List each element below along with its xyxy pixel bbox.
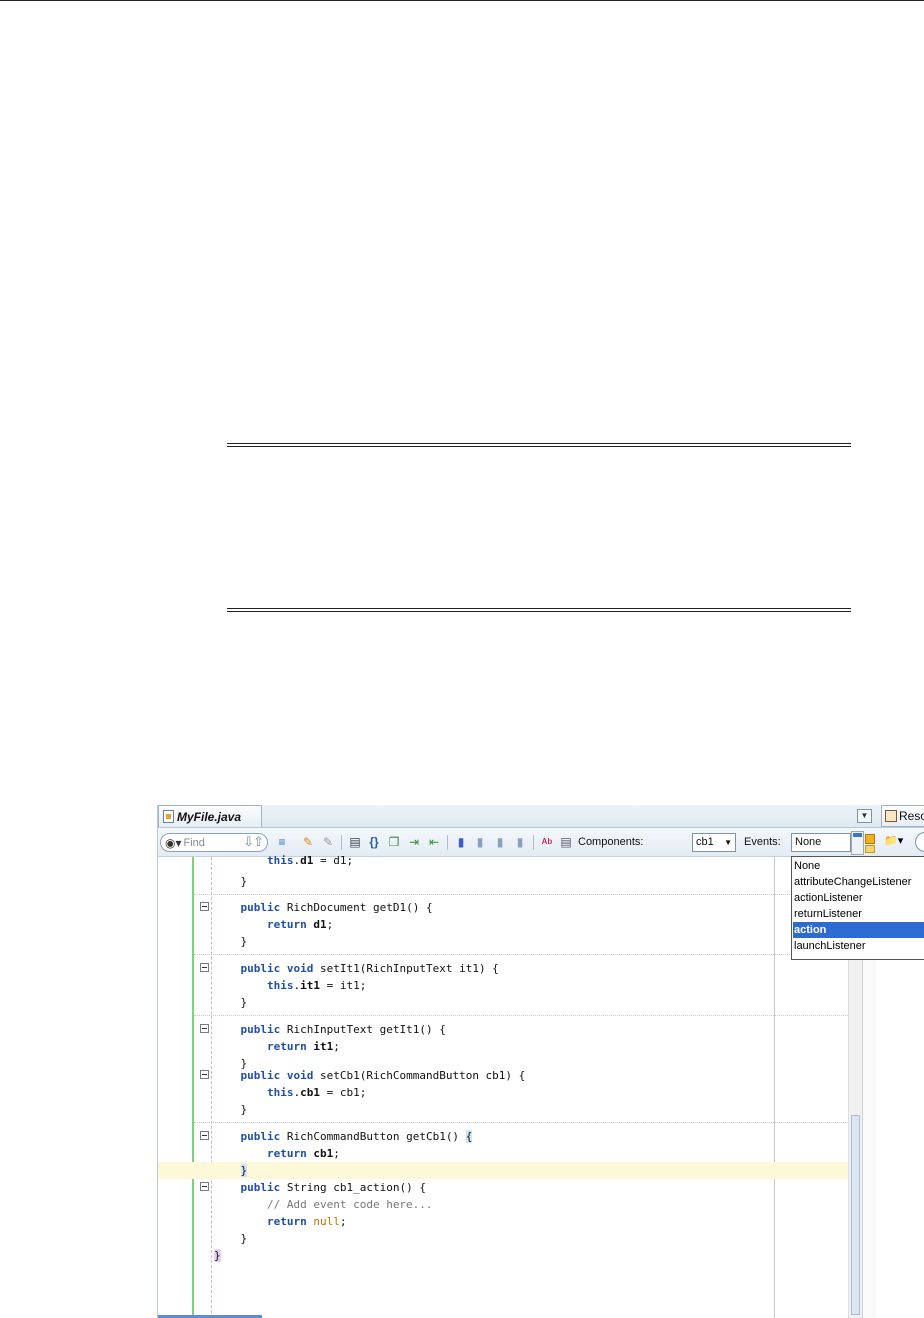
- note-bottom-rule: [227, 608, 851, 612]
- scrollbar-thumb[interactable]: [851, 1115, 860, 1315]
- ide-window: MyFile.java ▼ Reso ◉▾ Find ⇩⇧ ≡ ✎ ✎ ▤ {}…: [157, 805, 924, 1318]
- toolbar-separator: [447, 835, 448, 850]
- template-icon[interactable]: ▤: [558, 834, 574, 850]
- events-option[interactable]: actionListener: [793, 890, 924, 906]
- source-icon[interactable]: ▤: [347, 834, 363, 850]
- side-tab-label: Reso: [899, 809, 924, 823]
- tab-list-dropdown-button[interactable]: ▼: [857, 809, 872, 823]
- events-option[interactable]: returnListener: [793, 906, 924, 922]
- code-line: }: [240, 935, 248, 948]
- events-option-selected[interactable]: action: [793, 922, 924, 938]
- editor-tab-myfile[interactable]: MyFile.java: [158, 805, 262, 827]
- events-dropdown-list[interactable]: None attributeChangeListener actionListe…: [791, 856, 924, 960]
- chevron-down-icon: ▼: [724, 838, 732, 847]
- status-indicator-icon: [865, 834, 875, 844]
- components-label: Components:: [578, 836, 644, 848]
- code-line: this.d1 = d1;: [266, 854, 354, 867]
- code-line: }: [240, 996, 248, 1009]
- code-line: public RichInputText getIt1() {: [240, 1023, 446, 1036]
- code-line: }: [240, 1232, 248, 1245]
- components-select[interactable]: cb1 ▼: [692, 833, 736, 852]
- code-line: this.cb1 = cb1;: [266, 1086, 367, 1099]
- editor-tab-bar: MyFile.java ▼ Reso: [158, 805, 924, 828]
- up-arrow-icon[interactable]: ⇧: [253, 834, 264, 849]
- code-line: }: [240, 1103, 248, 1116]
- clear-bookmarks-icon[interactable]: ▮: [512, 834, 528, 850]
- events-value: None: [795, 836, 822, 848]
- events-option[interactable]: launchListener: [793, 938, 924, 954]
- code-line-current: }: [158, 1162, 848, 1179]
- code-line: public void setCb1(RichCommandButton cb1…: [240, 1069, 526, 1082]
- events-select[interactable]: None: [791, 833, 851, 852]
- code-line: return null;: [266, 1215, 347, 1228]
- code-line: }: [214, 1249, 221, 1262]
- unindent-icon[interactable]: ⇤: [426, 834, 442, 850]
- code-line: this.it1 = it1;: [266, 979, 367, 992]
- code-line: public String cb1_action() {: [240, 1181, 426, 1194]
- prev-bookmark-icon[interactable]: ▮: [472, 834, 488, 850]
- code-line: }: [240, 875, 248, 888]
- next-bookmark-icon[interactable]: ▮: [492, 834, 508, 850]
- page-top-rule: [0, 0, 924, 1]
- note-top-rule: [227, 443, 851, 447]
- editor-tab-label: MyFile.java: [177, 809, 242, 824]
- status-indicator-icon: [865, 845, 875, 853]
- clear-highlight-icon[interactable]: ✎: [320, 834, 336, 850]
- resource-icon: [885, 810, 897, 822]
- side-tab-resources[interactable]: Reso: [881, 805, 924, 827]
- indent-icon[interactable]: ⇥: [406, 834, 422, 850]
- new-icon[interactable]: 📁▾: [884, 834, 914, 851]
- code-line: public void setIt1(RichInputText it1) {: [240, 962, 499, 975]
- java-file-icon: [163, 810, 174, 823]
- toolbar-separator: [533, 835, 534, 850]
- bookmark-icon[interactable]: ▮: [453, 834, 469, 850]
- highlight-icon[interactable]: ✎: [300, 834, 316, 850]
- code-line: return cb1;: [266, 1147, 340, 1160]
- code-line: public RichCommandButton getCb1() {: [240, 1130, 473, 1143]
- code-editor[interactable]: this.d1 = d1; } public RichDocument getD…: [158, 854, 848, 1318]
- code-line: // Add event code here...: [266, 1198, 433, 1211]
- braces-icon[interactable]: {}: [366, 834, 382, 850]
- code-line: return d1;: [266, 918, 334, 931]
- events-label: Events:: [744, 836, 781, 848]
- toolbar-separator: [341, 835, 342, 850]
- code-line: public RichDocument getD1() {: [240, 901, 433, 914]
- events-option[interactable]: None: [793, 858, 924, 874]
- toggle-line-numbers-icon[interactable]: ≡: [274, 834, 290, 850]
- code-line: return it1;: [266, 1040, 340, 1053]
- spelling-icon[interactable]: Ab: [539, 834, 555, 850]
- find-placeholder: Find: [183, 836, 205, 849]
- binoculars-icon[interactable]: ◉▾: [165, 836, 182, 850]
- copy-icon[interactable]: ❐: [386, 834, 402, 850]
- events-list-scroll[interactable]: [851, 831, 864, 855]
- find-field[interactable]: ◉▾ Find ⇩⇧: [160, 833, 268, 852]
- components-value: cb1: [696, 836, 714, 848]
- round-button[interactable]: [915, 832, 924, 852]
- down-arrow-icon[interactable]: ⇩: [243, 834, 254, 849]
- events-option[interactable]: attributeChangeListener: [793, 874, 924, 890]
